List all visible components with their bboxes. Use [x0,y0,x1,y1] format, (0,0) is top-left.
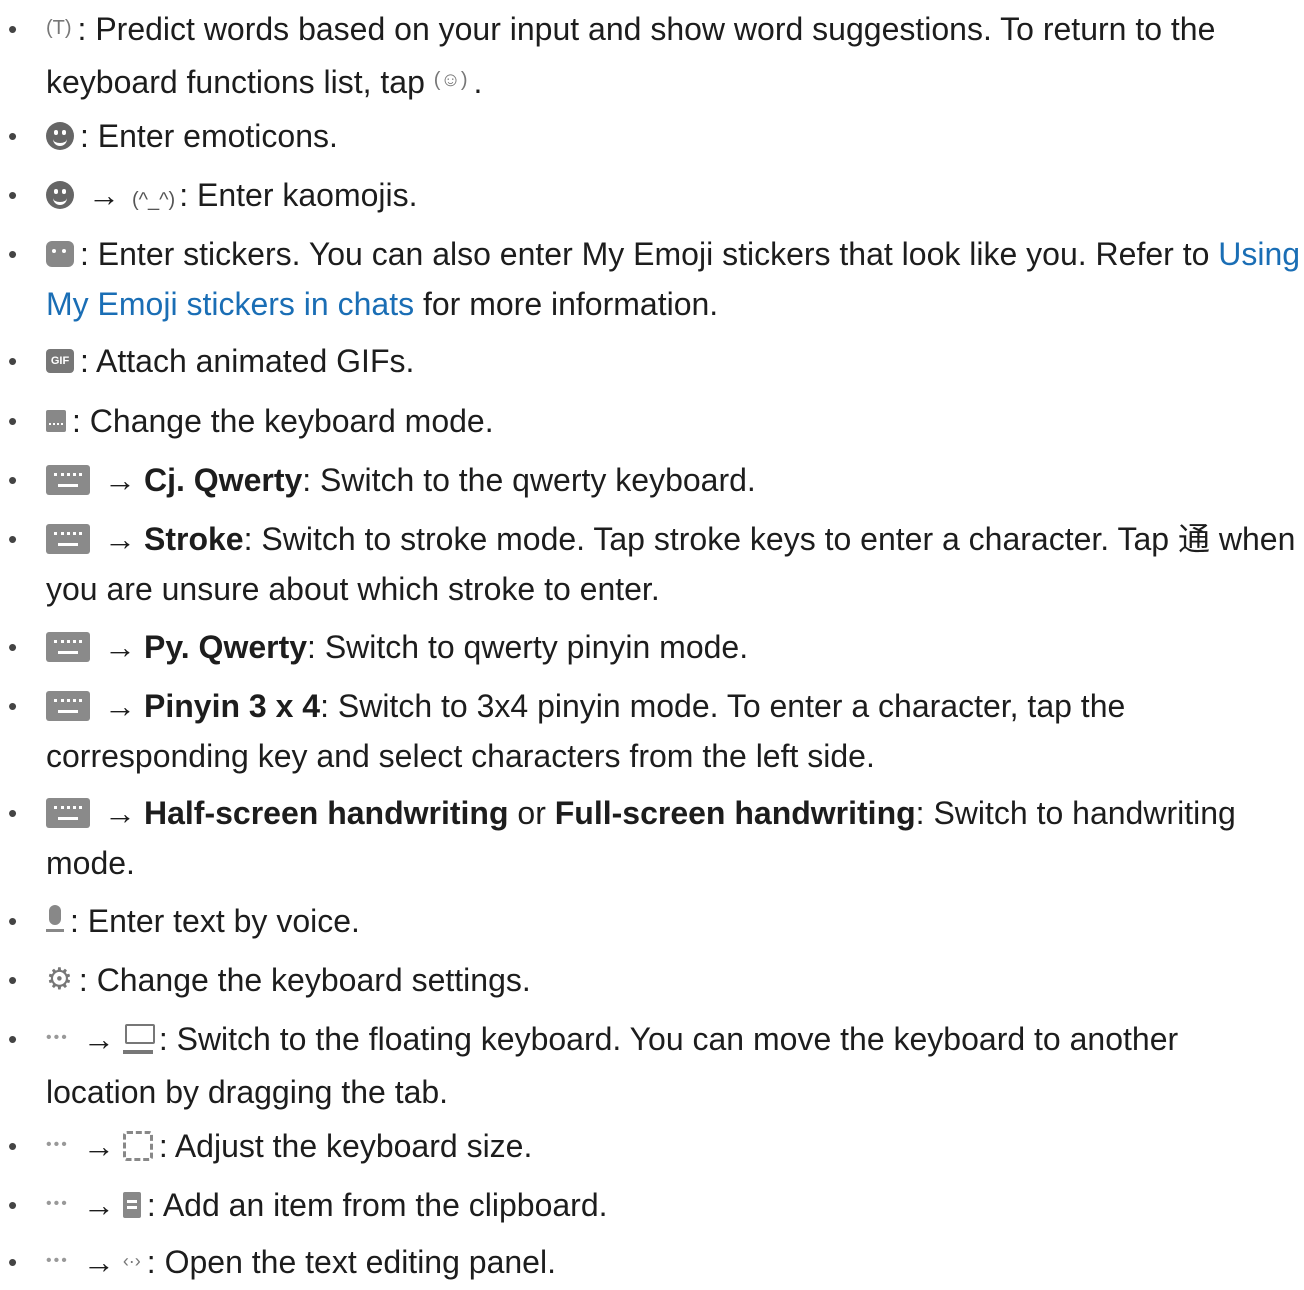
item-text: or [517,795,546,831]
item-text: you are unsure about which stroke to ent… [46,571,660,607]
emoticon-icon [46,180,74,209]
keyboard-icon [46,464,90,495]
option-name: Cj. Qwerty [144,462,303,498]
more-options-icon: ••• [46,1135,69,1153]
text-editing-icon: ‹·› [122,1250,141,1271]
item-text: location by dragging the tab. [46,1073,449,1110]
bullet: • [8,239,18,269]
item-text: keyboard functions list, tap [46,63,425,100]
arrow: → [104,688,136,724]
resize-icon [122,1130,153,1161]
settings-icon: ⚙ [46,962,73,996]
bullet: • [8,346,18,376]
keyboard-functions-list: • (T): Predict words based on your input… [0,0,1304,1282]
kaomoji-icon: (^_^) [132,189,176,211]
item-text: : Enter emoticons. [80,118,338,154]
item-text: : Change the keyboard settings. [78,962,531,998]
emoticon-icon [46,121,74,150]
keyboard-icon [46,523,90,554]
bullet: • [8,965,18,995]
keyboard-icon [46,631,90,662]
more-options-icon: ••• [46,1028,69,1046]
arrow: → [104,462,136,498]
microphone-icon [46,904,64,937]
item-text: : Attach animated GIFs. [80,343,415,379]
item-text: : Enter stickers. You can also enter My … [80,236,1210,272]
item-text: : Change the keyboard mode. [72,403,494,439]
arrow: → [88,177,120,213]
arrow: → [82,1187,115,1223]
item-text: : Switch to handwriting [915,795,1236,831]
item-text: : Enter kaomojis. [179,177,418,213]
clipboard-icon [122,1191,141,1218]
sticker-icon [46,240,74,267]
option-name: Stroke [144,521,244,557]
keyboard-icon [46,690,90,721]
floating-keyboard-icon [122,1023,155,1054]
bullet: • [8,691,18,721]
item-text: : Add an item from the clipboard. [146,1187,608,1223]
more-options-icon: ••• [46,1251,69,1269]
arrow: → [82,1128,115,1164]
keyboard-icon [46,797,90,828]
keyboard-mode-icon [46,409,66,432]
bullet: • [8,524,18,554]
item-text: : Switch to the qwerty keyboard. [302,462,756,498]
option-name: Full-screen handwriting [554,795,916,831]
bullet: • [8,632,18,662]
bullet: • [8,121,18,151]
item-text: mode. [46,845,135,881]
item-text: corresponding key and select characters … [46,738,875,774]
item-text: : Open the text editing panel. [146,1244,556,1280]
bullet: • [8,465,18,495]
item-text: Predict words based on your input and sh… [95,11,1216,47]
bullet: • [8,406,18,436]
item-text: for more information. [422,286,719,322]
item-text: : Switch to stroke mode. Tap stroke keys… [243,521,1296,557]
more-options-icon: ••• [46,1194,69,1212]
bullet: • [8,180,18,210]
bullet: • [8,1190,18,1220]
item-text: : Adjust the keyboard size. [158,1128,533,1164]
arrow: → [82,1244,115,1280]
option-name: Pinyin 3 x 4 [144,688,321,724]
return-icon: (☺) [433,69,468,92]
bullet: • [8,906,18,936]
arrow: → [104,629,136,665]
bullet: • [8,1131,18,1161]
item-text: : Switch to the floating keyboard. You c… [158,1021,1179,1057]
item-text: : Switch to qwerty pinyin mode. [307,629,749,665]
option-name: Py. Qwerty [144,629,308,665]
bullet: • [8,1024,18,1054]
item-text: : Enter text by voice. [70,903,360,939]
my-emoji-link[interactable]: My Emoji stickers in chats [46,286,414,322]
bullet: • [8,1247,18,1277]
bullet: • [8,798,18,828]
arrow: → [104,521,136,557]
predict-icon: (T) [46,16,72,39]
bullet: • [8,14,18,44]
item-text: : Switch to 3x4 pinyin mode. To enter a … [320,688,1126,724]
arrow: → [82,1021,115,1057]
my-emoji-link[interactable]: Using [1218,236,1300,272]
arrow: → [104,795,136,831]
option-name: Half-screen handwriting [144,795,509,831]
gif-icon: GIF [46,348,74,373]
